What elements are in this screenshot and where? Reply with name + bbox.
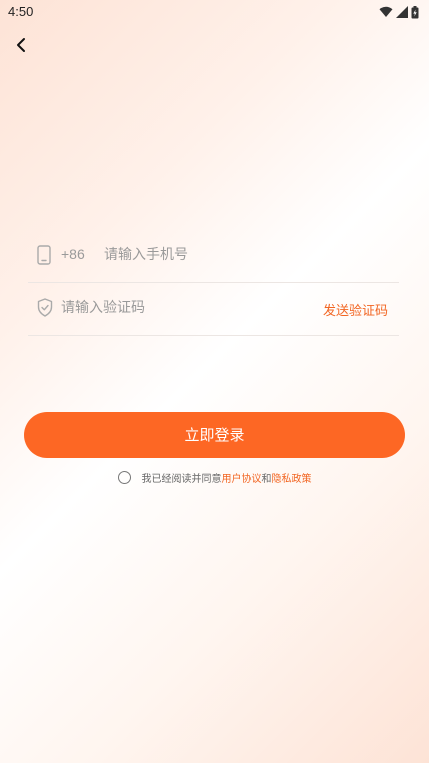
- phone-field[interactable]: +86: [28, 230, 399, 283]
- agreement-row: 我已经阅读并同意 用户协议 和 隐私政策: [0, 468, 429, 486]
- status-bar: 4:50: [0, 0, 429, 24]
- wifi-icon: [379, 6, 393, 17]
- signal-icon: [396, 6, 408, 18]
- chevron-left-icon: [17, 38, 25, 52]
- code-field[interactable]: 发送验证码: [28, 283, 399, 336]
- privacy-policy-link[interactable]: 隐私政策: [272, 470, 312, 485]
- back-button[interactable]: [10, 34, 32, 56]
- agreement-radio[interactable]: [117, 470, 131, 484]
- shield-icon: [37, 298, 53, 317]
- user-agreement-link[interactable]: 用户协议: [222, 470, 262, 485]
- country-code[interactable]: +86: [61, 246, 85, 262]
- phone-input[interactable]: [104, 241, 384, 269]
- agreement-conjunction: 和: [261, 473, 272, 485]
- battery-icon: [411, 5, 419, 18]
- login-button[interactable]: 立即登录: [24, 412, 405, 458]
- verification-code-input[interactable]: [61, 294, 301, 322]
- agreement-prefix: 我已经阅读并同意: [141, 473, 222, 485]
- send-code-button[interactable]: 发送验证码: [323, 300, 388, 319]
- phone-icon: [37, 245, 51, 265]
- status-time: 4:50: [8, 4, 34, 19]
- status-icons: [379, 4, 419, 20]
